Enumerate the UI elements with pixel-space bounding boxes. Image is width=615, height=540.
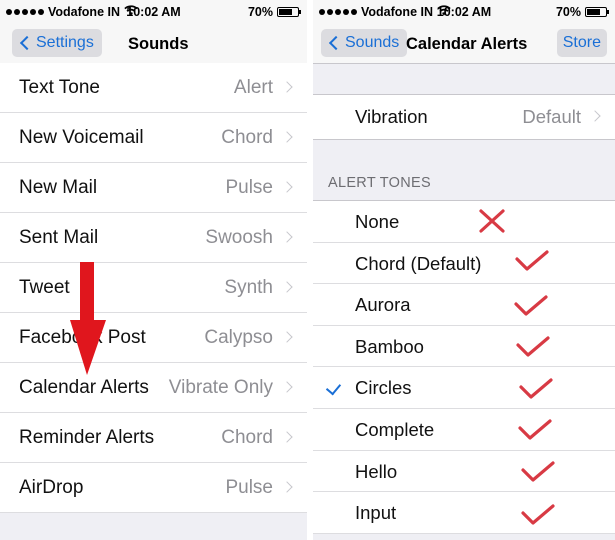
back-button-settings[interactable]: Settings (12, 29, 102, 57)
battery-icon (277, 7, 301, 17)
row-label: Reminder Alerts (19, 427, 155, 448)
list-item[interactable]: Reminder Alerts Chord (0, 413, 307, 463)
chevron-right-icon (589, 110, 601, 122)
chevron-left-icon (19, 35, 35, 51)
chevron-right-icon (281, 231, 293, 243)
tone-row[interactable]: Aurora (313, 284, 615, 326)
red-check-icon (521, 461, 555, 482)
tone-row[interactable]: Hello (313, 451, 615, 493)
calendar-alerts-screen: Vodafone IN 10:02 AM 70% Sounds Calendar… (313, 0, 615, 540)
navigation-bar: Settings Sounds (0, 24, 307, 64)
tone-label: Input (355, 502, 397, 524)
list-item[interactable]: AirDrop Pulse (0, 463, 307, 513)
tone-row-none[interactable]: None (313, 201, 615, 243)
red-check-icon (515, 250, 549, 271)
vibration-row[interactable]: Vibration Default (313, 95, 615, 139)
chevron-right-icon (281, 131, 293, 143)
red-arrow-down-icon (70, 262, 106, 375)
tone-label: Circles (355, 377, 412, 399)
status-bar: Vodafone IN 10:02 AM 70% (0, 0, 307, 24)
tone-row[interactable]: Complete (313, 409, 615, 451)
battery-fill (587, 9, 600, 15)
selected-checkmark-icon (325, 380, 342, 396)
tone-row[interactable]: Input (313, 492, 615, 534)
tone-row[interactable]: Bamboo (313, 326, 615, 368)
tone-row[interactable]: Chord (Default) (313, 243, 615, 285)
battery-percent: 70% (247, 5, 273, 19)
alert-tones-list: None Chord (Default) Aurora Bamboo Circl… (313, 200, 615, 534)
battery-percent: 70% (555, 5, 581, 19)
status-bar: Vodafone IN 10:02 AM 70% (313, 0, 615, 24)
row-label: Sent Mail (19, 227, 99, 248)
row-value: Calypso (204, 327, 273, 348)
tone-label: Hello (355, 460, 398, 482)
tone-label: Complete (355, 418, 435, 440)
page-title: Sounds (128, 35, 189, 53)
row-value: Alert (233, 77, 273, 98)
back-button-label: Settings (36, 34, 94, 51)
row-label: Tweet (19, 277, 70, 298)
vibration-label: Vibration (355, 106, 428, 127)
list-item[interactable]: New Voicemail Chord (0, 113, 307, 163)
section-header-alert-tones: ALERT TONES (328, 175, 431, 191)
chevron-right-icon (281, 431, 293, 443)
tone-label: Chord (Default) (355, 252, 482, 274)
arrow-head (70, 320, 106, 375)
list-item[interactable]: New Mail Pulse (0, 163, 307, 213)
tone-label: None (355, 211, 400, 232)
list-item[interactable]: Tweet Synth (0, 263, 307, 313)
red-cross-icon (479, 209, 505, 233)
row-label: AirDrop (19, 477, 84, 498)
sounds-list: Text Tone Alert New Voicemail Chord New Ma… (0, 63, 307, 513)
back-button-sounds[interactable]: Sounds (321, 29, 408, 57)
chevron-right-icon (281, 81, 293, 93)
vibration-value: Default (522, 106, 581, 127)
list-item[interactable]: Text Tone Alert (0, 63, 307, 113)
red-check-icon (518, 419, 552, 440)
red-check-icon (521, 504, 555, 525)
row-value: Pulse (225, 177, 273, 198)
chevron-left-icon (328, 35, 344, 51)
row-label: Text Tone (19, 77, 100, 98)
arrow-shaft (80, 262, 94, 324)
chevron-right-icon (281, 481, 293, 493)
sounds-screen: Vodafone IN 10:02 AM 70% Settings Sounds… (0, 0, 307, 540)
back-button-label: Sounds (345, 34, 400, 51)
red-check-icon (516, 336, 550, 357)
tone-row-selected[interactable]: Circles (313, 367, 615, 409)
row-value: Swoosh (205, 227, 273, 248)
navigation-bar: Sounds Calendar Alerts Store (313, 24, 615, 64)
chevron-right-icon (281, 331, 293, 343)
battery-fill (279, 9, 292, 15)
row-value: Chord (221, 127, 273, 148)
row-value: Chord (221, 427, 273, 448)
row-label: New Mail (19, 177, 98, 198)
tone-label: Aurora (355, 294, 411, 316)
list-item[interactable]: Sent Mail Swoosh (0, 213, 307, 263)
red-check-icon (514, 295, 548, 316)
red-check-icon (519, 378, 553, 399)
row-value: Synth (224, 277, 273, 298)
row-value: Pulse (225, 477, 273, 498)
page-title: Calendar Alerts (406, 35, 528, 53)
row-value: Vibrate Only (168, 377, 273, 398)
list-item-calendar-alerts[interactable]: Calendar Alerts Vibrate Only (0, 363, 307, 413)
store-button[interactable]: Store (556, 29, 607, 57)
chevron-right-icon (281, 181, 293, 193)
battery-icon (585, 7, 609, 17)
list-item[interactable]: Facebook Post Calypso (0, 313, 307, 363)
vibration-group: Vibration Default (313, 94, 615, 140)
row-label: New Voicemail (19, 127, 144, 148)
chevron-right-icon (281, 381, 293, 393)
chevron-right-icon (281, 281, 293, 293)
tone-label: Bamboo (355, 335, 424, 357)
